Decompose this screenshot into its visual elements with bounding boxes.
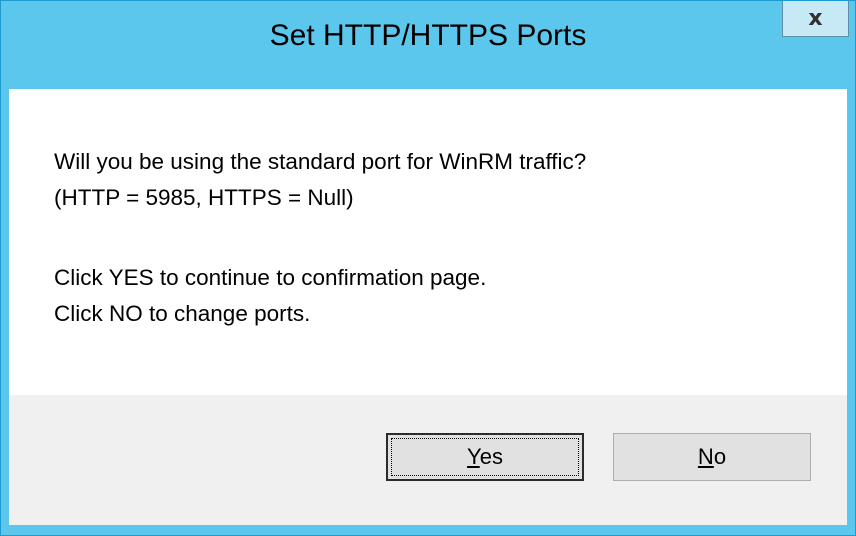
no-button-label: No [697,444,727,469]
close-button[interactable]: x [782,1,849,37]
message-area: Will you be using the standard port for … [9,89,847,395]
no-button[interactable]: No [613,433,811,481]
close-icon: x [808,5,823,31]
dialog-client-area: Will you be using the standard port for … [9,89,847,525]
title-bar[interactable]: Set HTTP/HTTPS Ports x [1,1,855,89]
message-line-question: Will you be using the standard port for … [54,149,587,174]
button-area: Yes No [9,395,847,525]
yes-button[interactable]: Yes [386,433,584,481]
yes-button-label: Yes [467,444,503,469]
dialog-window: Set HTTP/HTTPS Ports x Will you be using… [0,0,856,536]
message-line-no-instruction: Click NO to change ports. [54,301,311,326]
message-line-yes-instruction: Click YES to continue to confirmation pa… [54,265,487,290]
dialog-title: Set HTTP/HTTPS Ports [269,19,587,52]
message-line-ports: (HTTP = 5985, HTTPS = Null) [54,185,354,210]
